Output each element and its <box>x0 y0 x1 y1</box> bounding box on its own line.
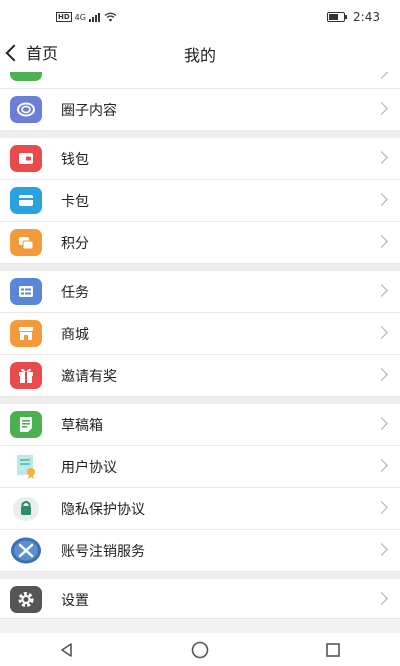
points-icon <box>10 229 42 256</box>
system-nav-bar <box>0 633 400 666</box>
list-item-invite[interactable]: 邀请有奖 <box>0 355 400 397</box>
list-item-label: 圈子内容 <box>61 103 117 119</box>
list-item-label: 隐私保护协议 <box>61 502 145 518</box>
list-item-settings[interactable]: 设置 <box>0 579 400 619</box>
status-right: 2:43 <box>327 10 380 24</box>
task-icon <box>10 278 42 305</box>
list-item-privacy[interactable]: 隐私保护协议 <box>0 488 400 530</box>
mall-icon <box>10 320 42 347</box>
list-item-label: 积分 <box>61 236 89 252</box>
list-item-account-cancel[interactable]: 账号注销服务 <box>0 530 400 572</box>
circle-content-icon <box>10 96 42 123</box>
page-title: 我的 <box>183 46 216 65</box>
list-item-mall[interactable]: 商城 <box>0 313 400 355</box>
list-item-circle-content[interactable]: 圈子内容 <box>0 89 400 131</box>
system-back-button[interactable] <box>47 640 87 660</box>
chevron-right-icon <box>375 459 388 472</box>
gift-icon <box>10 362 42 389</box>
list-item-user-agreement[interactable]: 用户协议 <box>0 446 400 488</box>
system-home-button[interactable] <box>180 640 220 660</box>
wifi-icon <box>104 12 117 22</box>
square-recents-icon <box>326 642 341 657</box>
list-item-label: 钱包 <box>61 152 89 168</box>
account-cancel-icon <box>10 537 42 564</box>
circle-home-icon <box>191 641 209 658</box>
partial-icon <box>10 72 42 81</box>
chevron-right-icon <box>375 193 388 206</box>
list-item-label: 邀请有奖 <box>61 369 117 385</box>
chevron-right-icon <box>375 284 388 297</box>
list-item-label: 账号注销服务 <box>61 544 145 560</box>
user-agreement-icon <box>10 453 42 480</box>
chevron-right-icon <box>375 235 388 248</box>
section-divider <box>0 397 400 404</box>
chevron-right-icon <box>375 543 388 556</box>
status-time: 2:43 <box>353 10 380 24</box>
list-item-card[interactable]: 卡包 <box>0 180 400 222</box>
chevron-right-icon <box>375 501 388 514</box>
system-recents-button[interactable] <box>313 640 353 660</box>
triangle-back-icon <box>60 642 72 657</box>
chevron-right-icon <box>375 417 388 430</box>
privacy-lock-icon <box>10 495 42 522</box>
wallet-icon <box>10 145 42 172</box>
signal-icon <box>88 12 100 22</box>
list-item-label: 用户协议 <box>61 460 117 476</box>
chevron-right-icon <box>375 151 388 164</box>
chevron-right-icon <box>375 72 388 79</box>
list-item-drafts[interactable]: 草稿箱 <box>0 404 400 446</box>
list-item-label: 草稿箱 <box>61 418 103 434</box>
status-left: HD 4G <box>56 12 117 22</box>
menu-list: 圈子内容 钱包 卡包 积分 任务 商城 邀请有奖 草稿箱 用户协议 隐私保护协议… <box>0 72 400 619</box>
list-item-label: 卡包 <box>61 194 89 210</box>
chevron-right-icon <box>375 326 388 339</box>
card-icon <box>10 187 42 214</box>
list-item-label: 设置 <box>61 593 89 609</box>
list-item-wallet[interactable]: 钱包 <box>0 138 400 180</box>
chevron-right-icon <box>375 102 388 115</box>
battery-icon <box>327 12 348 22</box>
list-item-partial[interactable] <box>0 72 400 89</box>
section-divider <box>0 264 400 271</box>
section-divider <box>0 131 400 138</box>
section-divider <box>0 572 400 579</box>
nav-bar: 首页 我的 <box>0 34 400 72</box>
list-item-label: 任务 <box>61 285 89 301</box>
chevron-right-icon <box>375 368 388 381</box>
network-type: 4G <box>74 12 86 22</box>
list-item-label: 商城 <box>61 327 89 343</box>
list-item-points[interactable]: 积分 <box>0 222 400 264</box>
gear-icon <box>10 586 42 613</box>
hd-icon: HD <box>56 12 72 22</box>
list-item-task[interactable]: 任务 <box>0 271 400 313</box>
drafts-icon <box>10 411 42 438</box>
chevron-right-icon <box>375 592 388 605</box>
status-bar: HD 4G 2:43 <box>0 0 400 34</box>
